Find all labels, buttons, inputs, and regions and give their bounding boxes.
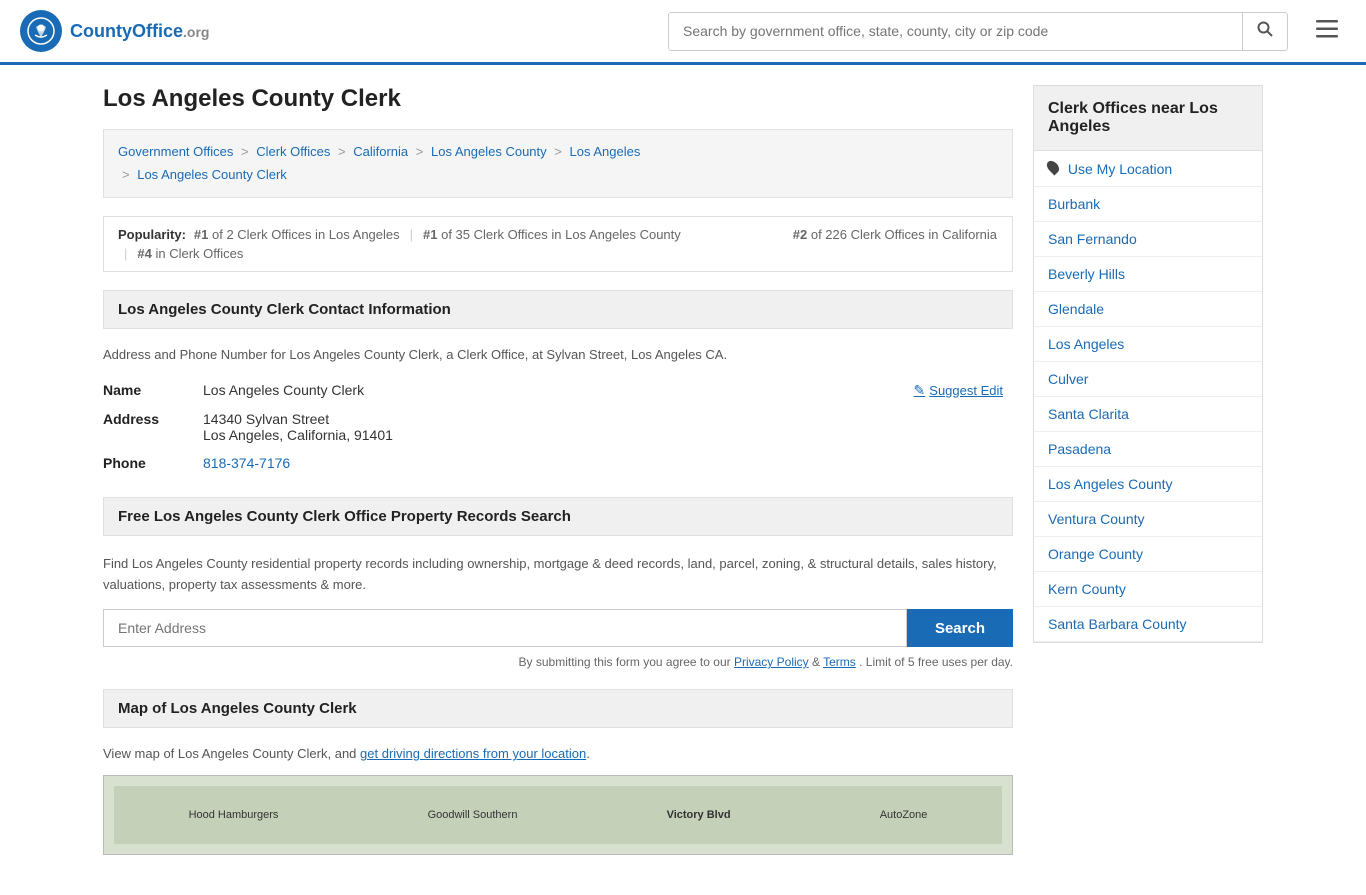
sidebar-item-pasadena[interactable]: Pasadena (1034, 432, 1262, 467)
sidebar-item-glendale[interactable]: Glendale (1034, 292, 1262, 327)
breadcrumb-la-county[interactable]: Los Angeles County (431, 144, 547, 159)
breadcrumb-la-county-clerk[interactable]: Los Angeles County Clerk (137, 167, 287, 182)
breadcrumb: Government Offices > Clerk Offices > Cal… (103, 129, 1013, 198)
sidebar-item-beverly-hills[interactable]: Beverly Hills (1034, 257, 1262, 292)
suggest-edit-label: Suggest Edit (929, 383, 1003, 398)
address-input[interactable] (103, 609, 907, 647)
logo-text: CountyOffice.org (70, 20, 209, 43)
table-row-phone: Phone 818-374-7176 (103, 449, 1013, 477)
search-button[interactable] (1242, 13, 1287, 50)
breadcrumb-sep2: > (338, 144, 346, 159)
sidebar: Clerk Offices near Los Angeles Use My Lo… (1033, 85, 1263, 875)
sidebar-item-culver[interactable]: Culver (1034, 362, 1262, 397)
contact-section: Los Angeles County Clerk Contact Informa… (103, 290, 1013, 477)
sidebar-item-ventura-county[interactable]: Ventura County (1034, 502, 1262, 537)
rank4: #4 in Clerk Offices (137, 246, 243, 261)
main-container: Los Angeles County Clerk Government Offi… (83, 65, 1283, 895)
popularity-bar: Popularity: #1 of 2 Clerk Offices in Los… (103, 216, 1013, 272)
terms-link[interactable]: Terms (823, 655, 856, 669)
divider1: | (410, 227, 413, 242)
driving-directions-link[interactable]: get driving directions from your locatio… (360, 746, 586, 761)
map-label-2: Goodwill Southern (428, 809, 518, 821)
content: Los Angeles County Clerk Government Offi… (103, 85, 1013, 875)
popularity-label: Popularity: (118, 227, 186, 242)
divider2: | (124, 246, 127, 261)
logo[interactable]: CountyOffice.org (20, 10, 209, 52)
suggest-edit-button[interactable]: ✎ Suggest Edit (914, 382, 1003, 399)
table-row-address: Address 14340 Sylvan Street Los Angeles,… (103, 405, 1013, 449)
location-pin-icon (1045, 159, 1062, 176)
sidebar-item-los-angeles[interactable]: Los Angeles (1034, 327, 1262, 362)
map-label-3: Victory Blvd (667, 809, 731, 821)
address-search-button[interactable]: Search (907, 609, 1013, 647)
name-label: Name (103, 376, 203, 405)
breadcrumb-california[interactable]: California (353, 144, 408, 159)
name-value: Los Angeles County Clerk ✎ Suggest Edit (203, 376, 1013, 405)
breadcrumb-gov-offices[interactable]: Government Offices (118, 144, 233, 159)
privacy-policy-link[interactable]: Privacy Policy (734, 655, 809, 669)
sidebar-item-santa-barbara-county[interactable]: Santa Barbara County (1034, 607, 1262, 642)
menu-button[interactable] (1308, 14, 1346, 48)
breadcrumb-sep4: > (554, 144, 562, 159)
contact-table: Name Los Angeles County Clerk ✎ Suggest … (103, 376, 1013, 477)
search-bar (668, 12, 1288, 51)
map-placeholder[interactable]: Hood Hamburgers Goodwill Southern Victor… (103, 775, 1013, 855)
suggest-edit-icon: ✎ (914, 382, 926, 399)
address-label: Address (103, 405, 203, 449)
sidebar-item-san-fernando[interactable]: San Fernando (1034, 222, 1262, 257)
header: CountyOffice.org (0, 0, 1366, 65)
map-section-header: Map of Los Angeles County Clerk (103, 689, 1013, 728)
rank2: #1 of 35 Clerk Offices in Los Angeles Co… (423, 227, 681, 242)
phone-value: 818-374-7176 (203, 449, 1013, 477)
sidebar-item-kern-county[interactable]: Kern County (1034, 572, 1262, 607)
rank3: #2 of 226 Clerk Offices in California (793, 227, 997, 242)
phone-link[interactable]: 818-374-7176 (203, 455, 290, 471)
search-input[interactable] (669, 13, 1242, 50)
use-my-location-link[interactable]: Use My Location (1034, 151, 1262, 187)
breadcrumb-clerk-offices[interactable]: Clerk Offices (256, 144, 330, 159)
breadcrumb-sep5: > (122, 167, 130, 182)
sidebar-header: Clerk Offices near Los Angeles (1033, 85, 1263, 151)
logo-icon (20, 10, 62, 52)
contact-section-header: Los Angeles County Clerk Contact Informa… (103, 290, 1013, 329)
contact-desc: Address and Phone Number for Los Angeles… (103, 339, 1013, 376)
map-section: Map of Los Angeles County Clerk View map… (103, 689, 1013, 855)
table-row-name: Name Los Angeles County Clerk ✎ Suggest … (103, 376, 1013, 405)
address-value: 14340 Sylvan Street Los Angeles, Califor… (203, 405, 1013, 449)
map-label-4: AutoZone (880, 809, 928, 821)
sidebar-item-los-angeles-county[interactable]: Los Angeles County (1034, 467, 1262, 502)
sidebar-list: Use My Location Burbank San Fernando Bev… (1033, 151, 1263, 643)
sidebar-item-burbank[interactable]: Burbank (1034, 187, 1262, 222)
property-section-header: Free Los Angeles County Clerk Office Pro… (103, 497, 1013, 536)
property-section: Free Los Angeles County Clerk Office Pro… (103, 497, 1013, 670)
map-desc: View map of Los Angeles County Clerk, an… (103, 738, 1013, 775)
breadcrumb-la[interactable]: Los Angeles (569, 144, 640, 159)
map-label-1: Hood Hamburgers (189, 809, 279, 821)
address-search-form: Search (103, 609, 1013, 647)
property-desc: Find Los Angeles County residential prop… (103, 546, 1013, 610)
sidebar-item-santa-clarita[interactable]: Santa Clarita (1034, 397, 1262, 432)
breadcrumb-sep3: > (416, 144, 424, 159)
rank1: #1 of 2 Clerk Offices in Los Angeles (194, 227, 400, 242)
page-title: Los Angeles County Clerk (103, 85, 1013, 113)
sidebar-item-orange-county[interactable]: Orange County (1034, 537, 1262, 572)
form-disclaimer: By submitting this form you agree to our… (103, 655, 1013, 669)
phone-label: Phone (103, 449, 203, 477)
breadcrumb-sep: > (241, 144, 249, 159)
